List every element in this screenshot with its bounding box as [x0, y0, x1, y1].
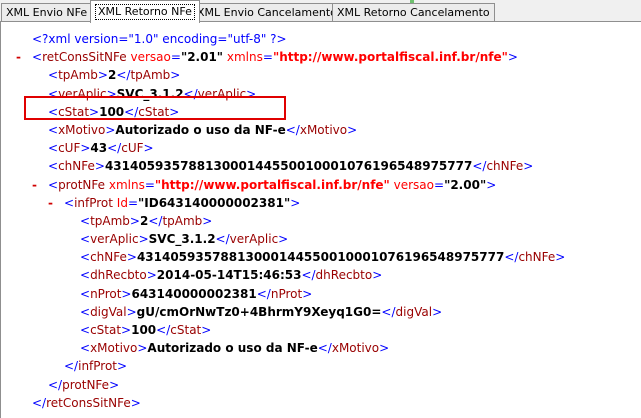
node-infProt-verAplic: <verAplic>SVC_3.1.2</verAplic> — [80, 232, 289, 247]
node-chNFe: <chNFe>431405935788130001445500100010761… — [48, 159, 534, 174]
collapse-toggle[interactable]: - — [32, 176, 42, 194]
node-retConsSitNFe-close: </retConsSitNFe> — [32, 395, 141, 410]
tab-xml-retorno-nfe[interactable]: XML Retorno NFe — [90, 0, 200, 23]
node-infProt-dhRecbto: <dhRecbto>2014-05-14T15:46:53</dhRecbto> — [80, 268, 383, 283]
node-infProt-tpAmb: <tpAmb>2</tpAmb> — [80, 213, 213, 228]
node-retConsSitNFe[interactable]: - <retConsSitNFe versao="2.01" xmlns="ht… — [16, 48, 565, 66]
highlight-rectangle — [24, 96, 286, 120]
node-infProt-cStat: <cStat>100</cStat> — [80, 323, 212, 337]
tab-xml-envio-cancelamento[interactable]: XML Envio Cancelamento — [192, 3, 342, 21]
node-xMotivo: <xMotivo>Autorizado o uso da NF-e</xMoti… — [48, 122, 358, 137]
xml-tree: <?xml version="1.0" encoding="utf-8" ?> … — [16, 30, 565, 412]
tab-xml-envio-nfe[interactable]: XML Envio NFe — [1, 3, 93, 21]
node-infProt-xMotivo: <xMotivo>Autorizado o uso da NF-e</xMoti… — [80, 341, 390, 356]
tab-accent-mark — [410, 0, 414, 3]
node-infProt-chNFe: <chNFe>431405935788130001445500100010761… — [80, 250, 566, 265]
node-infProt-nProt: <nProt>643140000002381</nProt> — [80, 286, 313, 301]
node-tpAmb: <tpAmb>2</tpAmb> — [48, 68, 181, 83]
tab-xml-retorno-cancelamento[interactable]: XML Retorno Cancelamento — [332, 3, 495, 21]
collapse-toggle[interactable]: - — [16, 48, 26, 66]
node-infProt-digVal: <digVal>gU/cmOrNwTz0+4BhrmY9Xeyq1G0=</di… — [80, 304, 443, 319]
tab-bar: XML Envio NFe XML Retorno NFe XML Envio … — [0, 0, 641, 23]
collapse-toggle[interactable]: - — [48, 194, 58, 212]
node-protNFe-close: </protNFe> — [48, 377, 120, 392]
node-infProt-close: </infProt> — [64, 359, 128, 374]
node-cUF: <cUF>43</cUF> — [48, 141, 154, 156]
node-infProt[interactable]: - <infProt Id="ID643140000002381"> — [16, 194, 565, 212]
node-protNFe[interactable]: - <protNFe xmlns="http://www.portalfisca… — [16, 176, 565, 194]
xml-declaration: <?xml version="1.0" encoding="utf-8" ?> — [32, 32, 287, 46]
